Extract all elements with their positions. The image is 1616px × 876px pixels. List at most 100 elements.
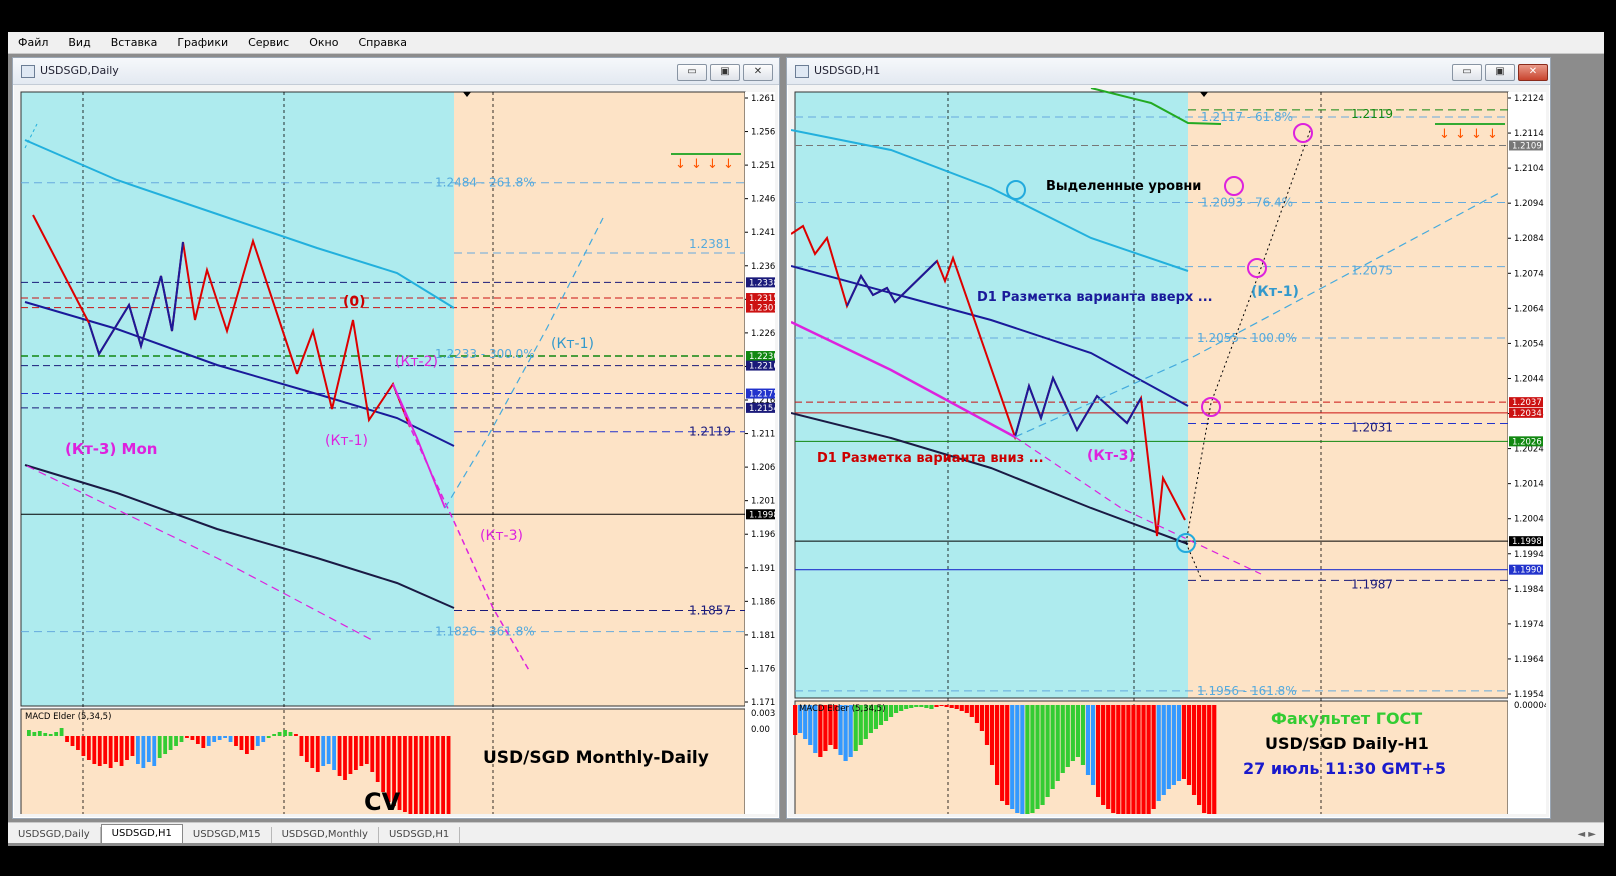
chart-caption: USD/SGD Monthly-Daily xyxy=(483,748,709,768)
menu-item-0[interactable]: Файл xyxy=(8,36,58,49)
macd-bar xyxy=(157,736,162,758)
chart-h1[interactable]: 1.2124 1.2114 1.2104 1.2094 1.2084 1.2074 1.20… xyxy=(791,88,1546,814)
titlebar-daily[interactable]: USDSGD,Daily ▭ ▣ ✕ xyxy=(13,58,779,85)
macd-bar xyxy=(381,736,386,792)
macd-bar xyxy=(27,730,31,736)
macd-tick-label: 0.00376 xyxy=(751,709,775,719)
price-label-text: 1.1990 xyxy=(1512,566,1542,576)
chart-window-h1[interactable]: USDSGD,H1 ▭ ▣ ✕ 1.2124 1.2114 1.2104 1.2094… xyxy=(786,57,1551,819)
chart-window-icon xyxy=(21,65,35,78)
macd-bar xyxy=(103,736,108,764)
macd-bar xyxy=(76,736,80,750)
history-zone xyxy=(21,92,454,706)
macd-bar xyxy=(245,736,249,754)
level-label: 1.1987 xyxy=(1351,577,1393,591)
macd-bar xyxy=(979,705,985,731)
macd-bar xyxy=(70,736,75,746)
macd-bar xyxy=(793,705,798,735)
down-arrow-icon: ↓ xyxy=(1471,127,1482,142)
macd-bar xyxy=(1212,705,1217,814)
menu-item-3[interactable]: Графики xyxy=(167,36,238,49)
menu-item-2[interactable]: Вставка xyxy=(101,36,168,49)
menu-item-6[interactable]: Справка xyxy=(348,36,416,49)
menu-item-4[interactable]: Сервис xyxy=(238,36,299,49)
price-tick-label: 1.1767 xyxy=(751,664,775,674)
chart-daily[interactable]: 1.2617 1.2567 1.2517 1.2467 1.2417 1.2367 1.23… xyxy=(17,88,775,814)
macd-bar xyxy=(1075,705,1080,757)
macd-bar xyxy=(54,732,59,736)
menu-item-5[interactable]: Окно xyxy=(299,36,348,49)
down-arrow-icon: ↓ xyxy=(1455,127,1466,142)
macd-bar xyxy=(250,736,255,750)
macd-bar xyxy=(1065,705,1070,767)
chart-window-daily[interactable]: USDSGD,Daily ▭ ▣ ✕ 1.26171.25671.25171.2… xyxy=(12,57,780,819)
minimize-button[interactable]: ▭ xyxy=(677,64,707,81)
macd-tick-label: 0.00 xyxy=(751,725,770,735)
maximize-button[interactable]: ▣ xyxy=(1485,64,1515,81)
down-arrow-icon: ↓ xyxy=(691,157,702,172)
price-tick-label: 1.1867 xyxy=(751,597,775,607)
macd-bar xyxy=(1176,705,1181,781)
macd-bar xyxy=(959,705,964,711)
level-label: 1.2117 - 61.8% xyxy=(1201,110,1293,124)
macd-bar xyxy=(1096,705,1101,797)
macd-bar xyxy=(1106,705,1111,809)
macd-bar xyxy=(904,705,909,709)
macd-bar xyxy=(43,733,48,736)
macd-bar xyxy=(86,736,91,760)
price-label-text: 1.2230 xyxy=(749,352,775,362)
macd-bar xyxy=(174,736,178,746)
macd-bar xyxy=(1101,705,1106,805)
macd-bar xyxy=(255,736,260,746)
macd-bar xyxy=(114,736,118,762)
close-button[interactable]: ✕ xyxy=(1518,64,1548,81)
macd-bar xyxy=(277,732,282,736)
macd-bar xyxy=(894,705,899,713)
level-label: 1.2075 xyxy=(1351,264,1393,278)
chart-tab[interactable]: USDSGD,M15 xyxy=(183,827,272,843)
future-zone xyxy=(1188,92,1508,698)
chart-tab[interactable]: USDSGD,Monthly xyxy=(272,827,379,843)
macd-bar xyxy=(1030,705,1035,813)
annotation: D1 Разметка варианта вниз ... xyxy=(817,451,1044,466)
macd-bar xyxy=(1146,705,1151,814)
window-title: USDSGD,H1 xyxy=(814,64,881,77)
macd-bar xyxy=(1156,705,1161,801)
menu-item-1[interactable]: Вид xyxy=(58,36,100,49)
macd-label: MACD Elder (5,34,5) xyxy=(799,704,885,714)
macd-bar xyxy=(1191,705,1197,795)
price-tick-label: 1.1967 xyxy=(751,530,775,540)
macd-bar xyxy=(337,736,342,776)
close-button[interactable]: ✕ xyxy=(743,64,773,81)
down-arrow-icon: ↓ xyxy=(675,157,686,172)
chart-tab[interactable]: USDSGD,H1 xyxy=(100,824,183,843)
macd-bar xyxy=(1186,705,1192,785)
annotation: (0) xyxy=(343,294,366,310)
chart-area-daily[interactable]: 1.2617 1.2567 1.2517 1.2467 1.2417 1.2367 1.23… xyxy=(17,88,775,814)
macd-bar xyxy=(1015,705,1020,813)
macd-bar xyxy=(212,736,217,742)
maximize-button[interactable]: ▣ xyxy=(710,64,740,81)
annotation: (Кт-1) xyxy=(551,336,594,352)
level-label: 1.1956 - 161.8% xyxy=(1197,684,1297,698)
price-tick-label: 1.2014 xyxy=(1514,480,1544,490)
price-tick-label: 1.1817 xyxy=(751,631,775,641)
macd-bar xyxy=(939,705,944,706)
chart-tab[interactable]: USDSGD,H1 xyxy=(379,827,461,843)
macd-bar xyxy=(310,736,315,768)
minimize-button[interactable]: ▭ xyxy=(1452,64,1482,81)
level-label: 1.1857 xyxy=(689,603,731,617)
macd-bar xyxy=(1045,705,1050,797)
macd-bar xyxy=(332,736,336,770)
titlebar-h1[interactable]: USDSGD,H1 ▭ ▣ ✕ xyxy=(787,58,1550,85)
macd-bar xyxy=(48,734,53,736)
price-tick-label: 1.1917 xyxy=(751,564,775,574)
macd-bar xyxy=(288,732,293,736)
macd-bar xyxy=(1050,705,1055,789)
tab-scroll-arrows[interactable]: ◄ ► xyxy=(1577,827,1604,843)
chart-tab[interactable]: USDSGD,Daily xyxy=(8,827,101,843)
macd-bar xyxy=(1197,705,1202,805)
macd-bar xyxy=(1060,705,1065,773)
chart-area-h1[interactable]: 1.2124 1.2114 1.2104 1.2094 1.2084 1.2074 1.20… xyxy=(791,88,1546,814)
macd-bar xyxy=(954,705,959,709)
